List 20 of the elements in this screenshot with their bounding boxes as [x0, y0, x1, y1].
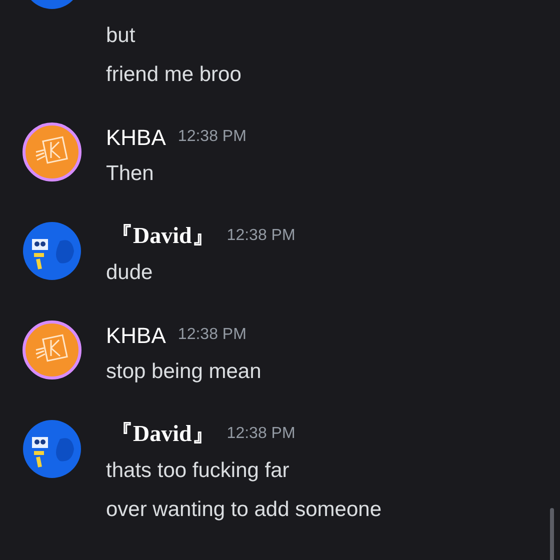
avatar-icon[interactable] — [22, 122, 82, 182]
timestamp: 12:38 PM — [178, 325, 246, 345]
timestamp: 12:38 PM — [226, 226, 296, 246]
message-text: but — [106, 23, 136, 49]
username[interactable]: 『David』 — [110, 416, 215, 452]
scrollbar[interactable] — [550, 508, 554, 560]
avatar-icon[interactable] — [22, 221, 82, 281]
message-text: thats too fucking far — [106, 458, 290, 484]
message-text: over wanting to add someone — [106, 497, 382, 523]
message-text: friend me broo — [106, 62, 242, 88]
avatar-icon[interactable] — [22, 320, 82, 380]
timestamp: 12:38 PM — [178, 127, 246, 147]
avatar-icon[interactable] — [22, 419, 82, 479]
message-text: Then — [106, 161, 155, 187]
message-text: stop being mean — [106, 359, 262, 385]
message-text: dude — [106, 260, 154, 286]
username[interactable]: KHBA — [106, 318, 166, 352]
timestamp: 12:38 PM — [226, 424, 296, 444]
username[interactable]: 『David』 — [110, 218, 215, 254]
username[interactable]: KHBA — [106, 120, 166, 154]
